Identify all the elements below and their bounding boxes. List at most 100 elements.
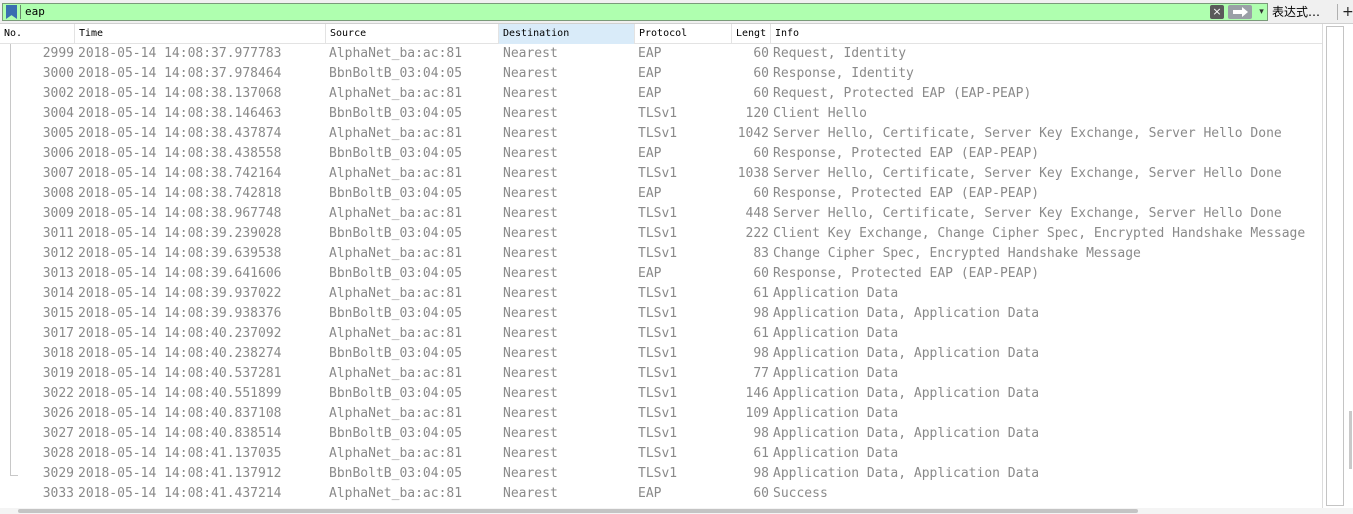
table-row[interactable]: 3028 2018-05-14 14:08:41.137035 AlphaNet… <box>0 444 1322 464</box>
table-row[interactable]: 3002 2018-05-14 14:08:38.137068 AlphaNet… <box>0 84 1322 104</box>
packet-destination: Nearest <box>503 146 558 161</box>
table-row[interactable]: 3012 2018-05-14 14:08:39.639538 AlphaNet… <box>0 244 1322 264</box>
packet-time: 2018-05-14 14:08:39.639538 <box>78 246 282 261</box>
filter-history-dropdown-icon[interactable]: ▾ <box>1256 5 1267 19</box>
display-filter-input[interactable]: eap × ▾ <box>2 3 1268 21</box>
packet-time: 2018-05-14 14:08:39.937022 <box>78 286 282 301</box>
packet-source: BbnBoltB_03:04:05 <box>329 346 463 361</box>
packet-info: Request, Protected EAP (EAP-PEAP) <box>773 86 1032 101</box>
table-row[interactable]: 3011 2018-05-14 14:08:39.239028 BbnBoltB… <box>0 224 1322 244</box>
packet-destination: Nearest <box>503 126 558 141</box>
packet-protocol: TLSv1 <box>638 166 678 181</box>
packet-info: Application Data <box>773 366 899 381</box>
packet-time: 2018-05-14 14:08:39.938376 <box>78 306 282 321</box>
minimap-marker <box>1349 411 1352 469</box>
clear-filter-icon[interactable]: × <box>1210 5 1224 19</box>
table-row[interactable]: 3015 2018-05-14 14:08:39.938376 BbnBoltB… <box>0 304 1322 324</box>
table-row[interactable]: 3013 2018-05-14 14:08:39.641606 BbnBoltB… <box>0 264 1322 284</box>
filter-text[interactable]: eap <box>25 5 45 19</box>
table-row[interactable]: 3029 2018-05-14 14:08:41.137912 BbnBoltB… <box>0 464 1322 484</box>
packet-info: Client Key Exchange, Change Cipher Spec,… <box>773 226 1306 241</box>
table-row[interactable]: 3014 2018-05-14 14:08:39.937022 AlphaNet… <box>0 284 1322 304</box>
expression-button[interactable]: 表达式… <box>1272 3 1320 21</box>
table-row[interactable]: 3017 2018-05-14 14:08:40.237092 AlphaNet… <box>0 324 1322 344</box>
packet-source: AlphaNet_ba:ac:81 <box>329 166 463 181</box>
packet-protocol: TLSv1 <box>638 366 678 381</box>
packet-destination: Nearest <box>503 366 558 381</box>
packet-length: 61 <box>753 326 769 341</box>
packet-length: 98 <box>753 466 769 481</box>
add-filter-button[interactable]: + <box>1342 3 1353 21</box>
table-row[interactable]: 3007 2018-05-14 14:08:38.742164 AlphaNet… <box>0 164 1322 184</box>
table-row[interactable]: 3005 2018-05-14 14:08:38.437874 AlphaNet… <box>0 124 1322 144</box>
packet-length: 77 <box>753 366 769 381</box>
horizontal-scrollbar-thumb[interactable] <box>18 509 1138 513</box>
table-row[interactable]: 2999 2018-05-14 14:08:37.977783 AlphaNet… <box>0 44 1322 64</box>
packet-protocol: TLSv1 <box>638 206 678 221</box>
packet-destination: Nearest <box>503 86 558 101</box>
packet-protocol: EAP <box>638 46 662 61</box>
column-header-destination[interactable]: Destination <box>499 24 635 44</box>
apply-filter-arrow-icon[interactable] <box>1228 5 1252 19</box>
table-row[interactable]: 3026 2018-05-14 14:08:40.837108 AlphaNet… <box>0 404 1322 424</box>
table-row[interactable]: 3033 2018-05-14 14:08:41.437214 AlphaNet… <box>0 484 1322 504</box>
packet-length: 98 <box>753 346 769 361</box>
packet-time: 2018-05-14 14:08:38.742818 <box>78 186 282 201</box>
table-row[interactable]: 3000 2018-05-14 14:08:37.978464 BbnBoltB… <box>0 64 1322 84</box>
packet-number: 3018 <box>42 346 74 361</box>
packet-info: Success <box>773 486 828 501</box>
packet-length: 222 <box>745 226 769 241</box>
packet-destination: Nearest <box>503 306 558 321</box>
packet-protocol: TLSv1 <box>638 286 678 301</box>
column-header-length[interactable]: Lengt <box>732 24 771 44</box>
packet-time: 2018-05-14 14:08:41.437214 <box>78 486 282 501</box>
packet-destination: Nearest <box>503 206 558 221</box>
horizontal-scrollbar[interactable] <box>0 508 1353 514</box>
table-row[interactable]: 3008 2018-05-14 14:08:38.742818 BbnBoltB… <box>0 184 1322 204</box>
packet-number: 3007 <box>42 166 74 181</box>
bookmark-icon[interactable] <box>6 5 17 19</box>
table-row[interactable]: 3004 2018-05-14 14:08:38.146463 BbnBoltB… <box>0 104 1322 124</box>
table-row[interactable]: 3018 2018-05-14 14:08:40.238274 BbnBoltB… <box>0 344 1322 364</box>
packet-info: Application Data, Application Data <box>773 386 1040 401</box>
packet-destination: Nearest <box>503 106 558 121</box>
vertical-scrollbar-thumb[interactable] <box>1326 26 1344 506</box>
column-header-protocol[interactable]: Protocol <box>635 24 732 44</box>
packet-time: 2018-05-14 14:08:38.967748 <box>78 206 282 221</box>
column-header-time[interactable]: Time <box>75 24 326 44</box>
packet-info: Application Data <box>773 326 899 341</box>
packet-source: BbnBoltB_03:04:05 <box>329 226 463 241</box>
packet-list-header: No. Time Source Destination Protocol Len… <box>0 24 1322 44</box>
packet-destination: Nearest <box>503 446 558 461</box>
table-row[interactable]: 3027 2018-05-14 14:08:40.838514 BbnBoltB… <box>0 424 1322 444</box>
packet-destination: Nearest <box>503 286 558 301</box>
table-row[interactable]: 3009 2018-05-14 14:08:38.967748 AlphaNet… <box>0 204 1322 224</box>
packet-source: BbnBoltB_03:04:05 <box>329 306 463 321</box>
column-header-info[interactable]: Info <box>771 24 1322 44</box>
packet-number: 3022 <box>42 386 74 401</box>
packet-destination: Nearest <box>503 486 558 501</box>
packet-destination: Nearest <box>503 66 558 81</box>
packet-time: 2018-05-14 14:08:40.838514 <box>78 426 282 441</box>
packet-protocol: EAP <box>638 86 662 101</box>
packet-destination: Nearest <box>503 186 558 201</box>
vertical-scrollbar[interactable] <box>1322 24 1353 508</box>
packet-info: Application Data <box>773 286 899 301</box>
packet-destination: Nearest <box>503 46 558 61</box>
packet-info: Change Cipher Spec, Encrypted Handshake … <box>773 246 1141 261</box>
packet-number: 3027 <box>42 426 74 441</box>
column-header-no[interactable]: No. <box>0 24 75 44</box>
packet-protocol: TLSv1 <box>638 466 678 481</box>
table-row[interactable]: 3019 2018-05-14 14:08:40.537281 AlphaNet… <box>0 364 1322 384</box>
column-header-source[interactable]: Source <box>326 24 499 44</box>
table-row[interactable]: 3006 2018-05-14 14:08:38.438558 BbnBoltB… <box>0 144 1322 164</box>
packet-time: 2018-05-14 14:08:38.137068 <box>78 86 282 101</box>
packet-length: 120 <box>745 106 769 121</box>
table-row[interactable]: 3022 2018-05-14 14:08:40.551899 BbnBoltB… <box>0 384 1322 404</box>
packet-source: AlphaNet_ba:ac:81 <box>329 206 463 221</box>
packet-length: 98 <box>753 306 769 321</box>
packet-destination: Nearest <box>503 326 558 341</box>
packet-protocol: TLSv1 <box>638 446 678 461</box>
packet-info: Response, Protected EAP (EAP-PEAP) <box>773 266 1040 281</box>
packet-protocol: EAP <box>638 66 662 81</box>
